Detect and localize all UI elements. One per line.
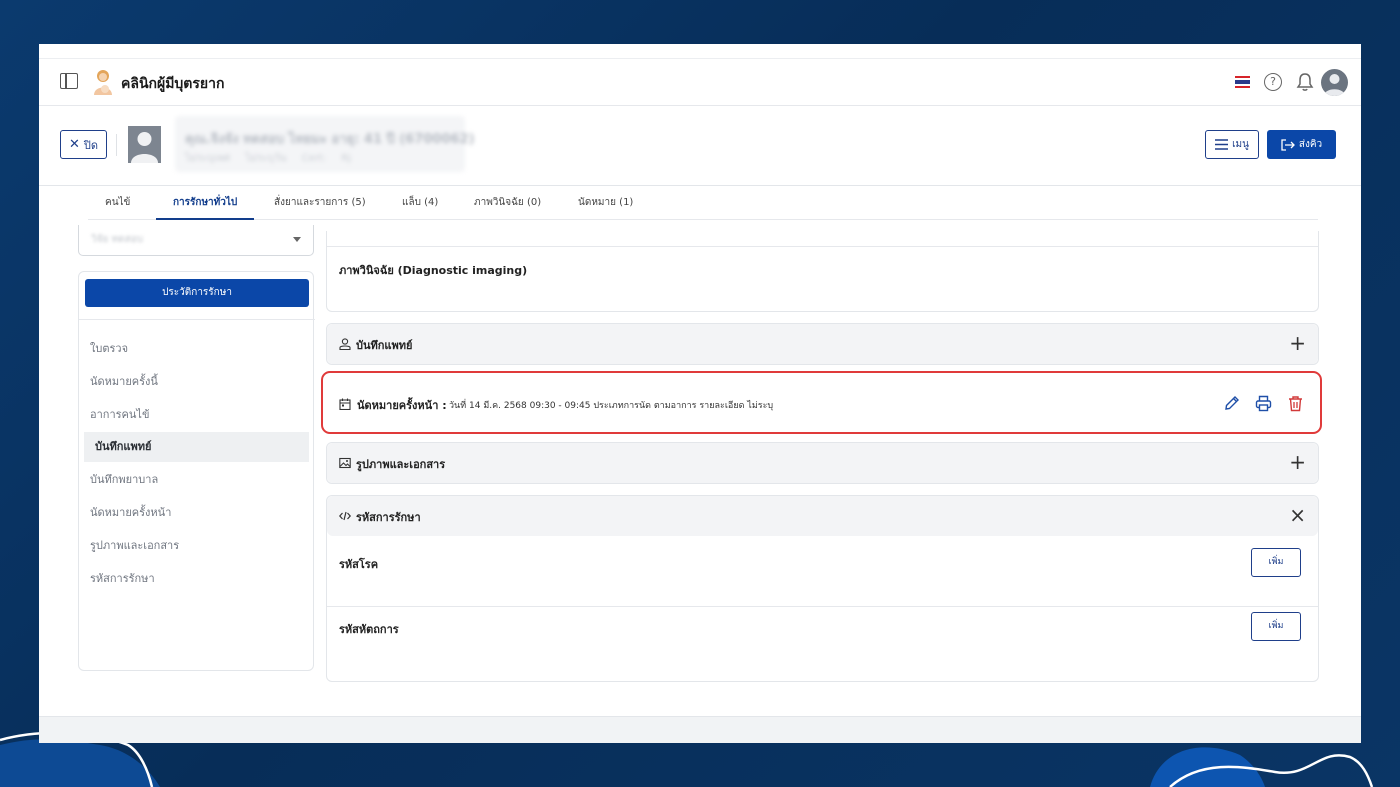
chevron-down-icon xyxy=(293,237,301,242)
menu-label: เมนู xyxy=(1232,139,1249,150)
divider xyxy=(327,246,1318,247)
add-procedure-code-button[interactable]: เพิ่ม xyxy=(1251,612,1301,641)
sidebar-item-treatment-codes[interactable]: รหัสการรักษา xyxy=(79,564,309,594)
clinic-name: คลินิกผู้มีบุตรยาก xyxy=(121,76,225,92)
send-queue-button[interactable]: ส่งคิว xyxy=(1267,130,1336,159)
treatment-history-button[interactable]: ประวัติการรักษา xyxy=(85,279,309,307)
sidebar-item-media[interactable]: รูปภาพและเอกสาร xyxy=(79,531,309,561)
user-avatar-icon xyxy=(1324,74,1345,96)
user-avatar[interactable] xyxy=(1321,69,1348,96)
treatment-codes-header[interactable]: รหัสการรักษา × xyxy=(327,496,1318,536)
imaging-title: ภาพวินิจฉัย (Diagnostic imaging) xyxy=(339,264,528,277)
sidebar-item-symptoms[interactable]: อาการคนไข้ xyxy=(79,400,309,430)
tab-imaging[interactable]: ภาพวินิจฉัย (0) xyxy=(457,186,558,220)
print-icon[interactable] xyxy=(1255,395,1272,412)
tab-patient[interactable]: คนไข้ xyxy=(88,186,147,220)
doctor-notes-section: บันทึกแพทย์ + xyxy=(326,323,1319,365)
bell-icon[interactable] xyxy=(1296,72,1314,92)
add-disease-code-button[interactable]: เพิ่ม xyxy=(1251,548,1301,577)
menu-button[interactable]: เมนู xyxy=(1205,130,1259,159)
patient-name: คุณ.จิงจัง ทดสอบ ไทยมะ อายุ: 41 ปี (6700… xyxy=(185,132,475,147)
disease-code-label: รหัสโรค xyxy=(339,558,379,571)
doctor-icon xyxy=(339,338,351,350)
tab-general-treatment[interactable]: การรักษาทั่วไป xyxy=(156,186,255,220)
thai-flag-icon[interactable] xyxy=(1235,76,1250,88)
section-nav-panel: ประวัติการรักษา ใบตรวจ นัดหมายครั้งนี้ อ… xyxy=(78,271,315,671)
patient-photo xyxy=(128,126,161,163)
app-window: คลินิกผู้มีบุตรยาก ? ✕ ปิด คุณ.จิงจัง ทด… xyxy=(39,44,1361,743)
tab-appointments[interactable]: นัดหมาย (1) xyxy=(561,186,650,220)
expand-icon[interactable]: + xyxy=(1289,333,1306,353)
tab-bar: คนไข้ การรักษาทั่วไป สั่งยาและรายการ (5)… xyxy=(88,186,1318,220)
send-arrow-icon xyxy=(1281,138,1295,151)
close-label: ปิด xyxy=(83,138,99,152)
next-appointment-title: นัดหมายครั้งหน้า : xyxy=(357,399,447,412)
footer-strip xyxy=(39,716,1361,743)
divider xyxy=(116,134,117,156)
patient-header: ✕ ปิด คุณ.จิงจัง ทดสอบ ไทยมะ อายุ: 41 ปี… xyxy=(39,106,1361,186)
top-bar: คลินิกผู้มีบุตรยาก ? xyxy=(39,58,1361,106)
next-appointment-detail: วันที่ 14 มี.ค. 2568 09:30 - 09:45 ประเภ… xyxy=(449,401,774,411)
tab-lab[interactable]: แล็บ (4) xyxy=(385,186,455,220)
doctor-select[interactable]: วิจัย ทดสอบ xyxy=(78,225,314,256)
sidebar-item-current-appointment[interactable]: นัดหมายครั้งนี้ xyxy=(79,367,309,397)
close-icon[interactable]: × xyxy=(1289,505,1306,525)
tab-orders[interactable]: สั่งยาและรายการ (5) xyxy=(257,186,383,220)
patient-info: คุณ.จิงจัง ทดสอบ ไทยมะ อายุ: 41 ปี (6700… xyxy=(175,116,475,172)
treatment-codes-section: รหัสการรักษา × รหัสโรค เพิ่ม รหัสหัตถการ… xyxy=(326,495,1319,682)
sidebar-toggle-icon[interactable] xyxy=(60,73,78,89)
doctor-notes-label: บันทึกแพทย์ xyxy=(356,339,413,352)
doctor-select-value: วิจัย ทดสอบ xyxy=(91,234,144,245)
help-icon[interactable]: ? xyxy=(1264,73,1282,91)
trash-icon[interactable] xyxy=(1287,395,1304,412)
image-icon xyxy=(339,457,351,469)
person-placeholder-icon xyxy=(131,132,158,163)
doctor-notes-header[interactable]: บันทึกแพทย์ + xyxy=(327,324,1318,364)
pencil-icon[interactable] xyxy=(1223,395,1240,412)
media-label: รูปภาพและเอกสาร xyxy=(356,458,446,471)
next-appointment-card: นัดหมายครั้งหน้า : วันที่ 14 มี.ค. 2568 … xyxy=(321,371,1322,434)
close-icon: ✕ xyxy=(68,137,80,152)
media-section: รูปภาพและเอกสาร + xyxy=(326,442,1319,484)
code-icon xyxy=(339,511,351,521)
procedure-code-label: รหัสหัตถการ xyxy=(339,623,399,636)
sidebar-item-doctor-notes[interactable]: บันทึกแพทย์ xyxy=(84,432,309,462)
close-button[interactable]: ✕ ปิด xyxy=(60,130,107,159)
treatment-codes-label: รหัสการรักษา xyxy=(356,511,421,524)
divider xyxy=(79,319,315,320)
sidebar-item-next-appointment[interactable]: นัดหมายครั้งหน้า xyxy=(79,498,309,528)
send-queue-label: ส่งคิว xyxy=(1298,139,1323,150)
calendar-icon xyxy=(339,398,351,410)
sidebar-item-exam-form[interactable]: ใบตรวจ xyxy=(79,334,309,364)
media-header[interactable]: รูปภาพและเอกสาร + xyxy=(327,443,1318,483)
patient-details: ไม่ระบุเพศ ไม่ระบุวัน Cert: Rj xyxy=(185,153,352,164)
hamburger-icon xyxy=(1215,139,1229,150)
sidebar-item-nurse-notes[interactable]: บันทึกพยาบาล xyxy=(79,465,309,495)
imaging-section: ภาพวินิจฉัย (Diagnostic imaging) xyxy=(326,231,1319,312)
divider xyxy=(327,606,1318,607)
clinic-logo xyxy=(94,70,112,95)
expand-icon[interactable]: + xyxy=(1289,452,1306,472)
